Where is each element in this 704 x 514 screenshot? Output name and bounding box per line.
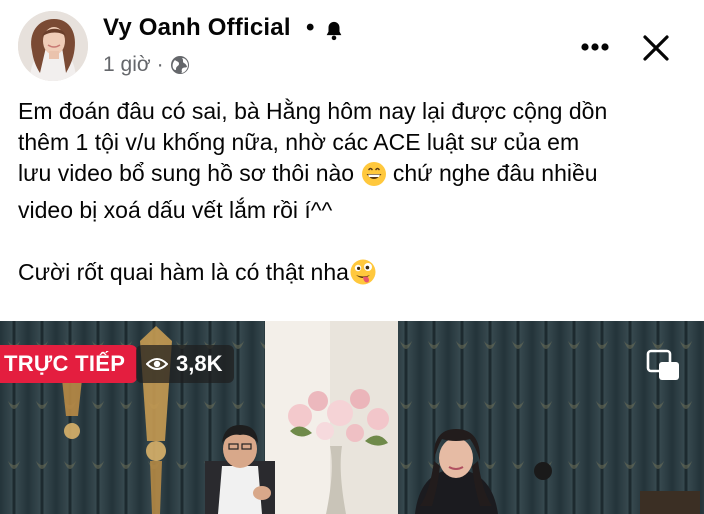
globe-icon xyxy=(170,55,190,75)
close-button[interactable] xyxy=(636,28,676,68)
post-text-segment: lưu video bổ sung hồ sơ thôi nào xyxy=(18,160,355,186)
post-text-segment: Cười rốt quai hàm là có thật nha xyxy=(18,259,349,285)
eye-icon xyxy=(146,358,168,370)
time-separator: · xyxy=(156,53,164,76)
avatar-image xyxy=(18,11,88,81)
name-separator: • xyxy=(306,14,315,41)
post-text: Em đoán đâu có sai, bà Hằng hôm nay lại … xyxy=(18,96,698,294)
post-text-line: Cười rốt quai hàm là có thật nha xyxy=(18,257,698,294)
picture-in-picture-button[interactable] xyxy=(645,348,681,382)
post-text-line: thêm 1 tội v/u khống nữa, nhờ các ACE lu… xyxy=(18,129,580,155)
post-header: Vy Oanh Official • 1 giờ · xyxy=(0,0,704,90)
viewer-count-value: 3,8K xyxy=(176,351,223,376)
post-text-line: video bị xoá dấu vết lắm rồi í^^ xyxy=(18,197,333,223)
live-video[interactable]: TRỰC TIẾP 3,8K xyxy=(0,321,704,514)
viewer-count: 3,8K xyxy=(136,345,235,383)
bell-icon[interactable] xyxy=(323,20,345,42)
post-text-segment: chứ nghe đâu nhiều xyxy=(392,160,598,186)
zany-face-emoji-icon xyxy=(349,258,377,294)
grinning-emoji-icon xyxy=(361,161,387,195)
post-meta: 1 giờ · xyxy=(103,53,190,77)
picture-in-picture-icon xyxy=(646,349,679,380)
close-icon xyxy=(643,35,669,61)
more-options-button[interactable] xyxy=(576,30,614,64)
post-time[interactable]: 1 giờ xyxy=(103,53,151,77)
more-horizontal-icon xyxy=(581,43,609,51)
post-text-line: lưu video bổ sung hồ sơ thôi nào chứ ngh… xyxy=(18,158,698,195)
live-badge: TRỰC TIẾP xyxy=(0,345,138,383)
post-text-line: Em đoán đâu có sai, bà Hằng hôm nay lại … xyxy=(18,98,608,124)
avatar[interactable] xyxy=(18,11,88,81)
author-name[interactable]: Vy Oanh Official xyxy=(103,14,291,42)
